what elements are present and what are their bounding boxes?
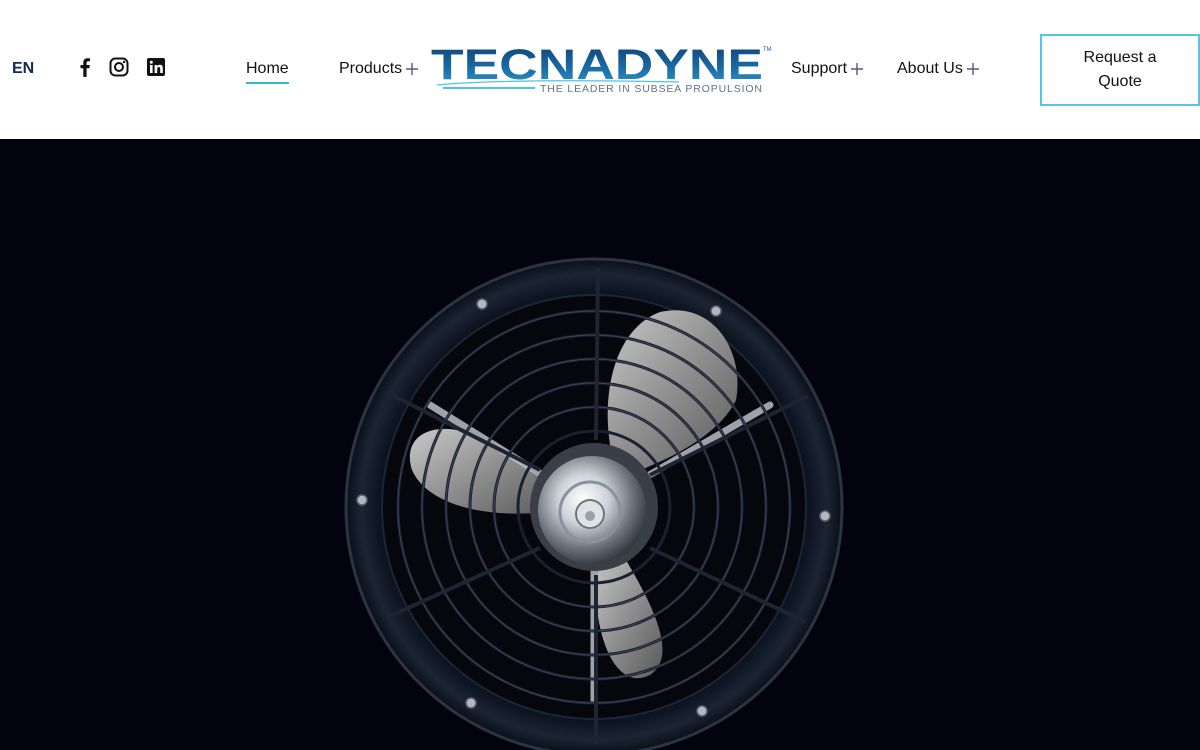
linkedin-icon[interactable] bbox=[145, 56, 167, 78]
nav-home[interactable]: Home bbox=[246, 58, 289, 84]
thruster-image bbox=[344, 257, 844, 750]
nav-support-label: Support bbox=[791, 60, 848, 77]
request-quote-label: Request a Quote bbox=[1083, 49, 1157, 90]
site-header: EN Home Products TECNADYNE TM THE LEADER… bbox=[0, 0, 1200, 139]
plus-icon bbox=[405, 62, 419, 76]
nav-home-label: Home bbox=[246, 60, 289, 77]
plus-icon bbox=[850, 62, 864, 76]
facebook-icon[interactable] bbox=[74, 56, 96, 78]
active-underline bbox=[246, 82, 289, 84]
nav-products-label: Products bbox=[339, 60, 403, 77]
request-quote-button[interactable]: Request a Quote bbox=[1040, 34, 1200, 106]
nav-about-label: About Us bbox=[897, 60, 963, 77]
hero-banner bbox=[0, 139, 1200, 750]
instagram-icon[interactable] bbox=[108, 56, 130, 78]
nav-products[interactable]: Products bbox=[339, 58, 419, 80]
logo-tagline: THE LEADER IN SUBSEA PROPULSION bbox=[540, 83, 762, 95]
tecnadyne-logo[interactable]: TECNADYNE TM THE LEADER IN SUBSEA PROPUL… bbox=[429, 44, 775, 96]
language-selector[interactable]: EN bbox=[12, 60, 34, 78]
logo-trademark: TM bbox=[763, 47, 772, 53]
nav-support[interactable]: Support bbox=[791, 58, 864, 80]
plus-icon bbox=[966, 62, 980, 76]
nav-about-us[interactable]: About Us bbox=[897, 58, 980, 80]
